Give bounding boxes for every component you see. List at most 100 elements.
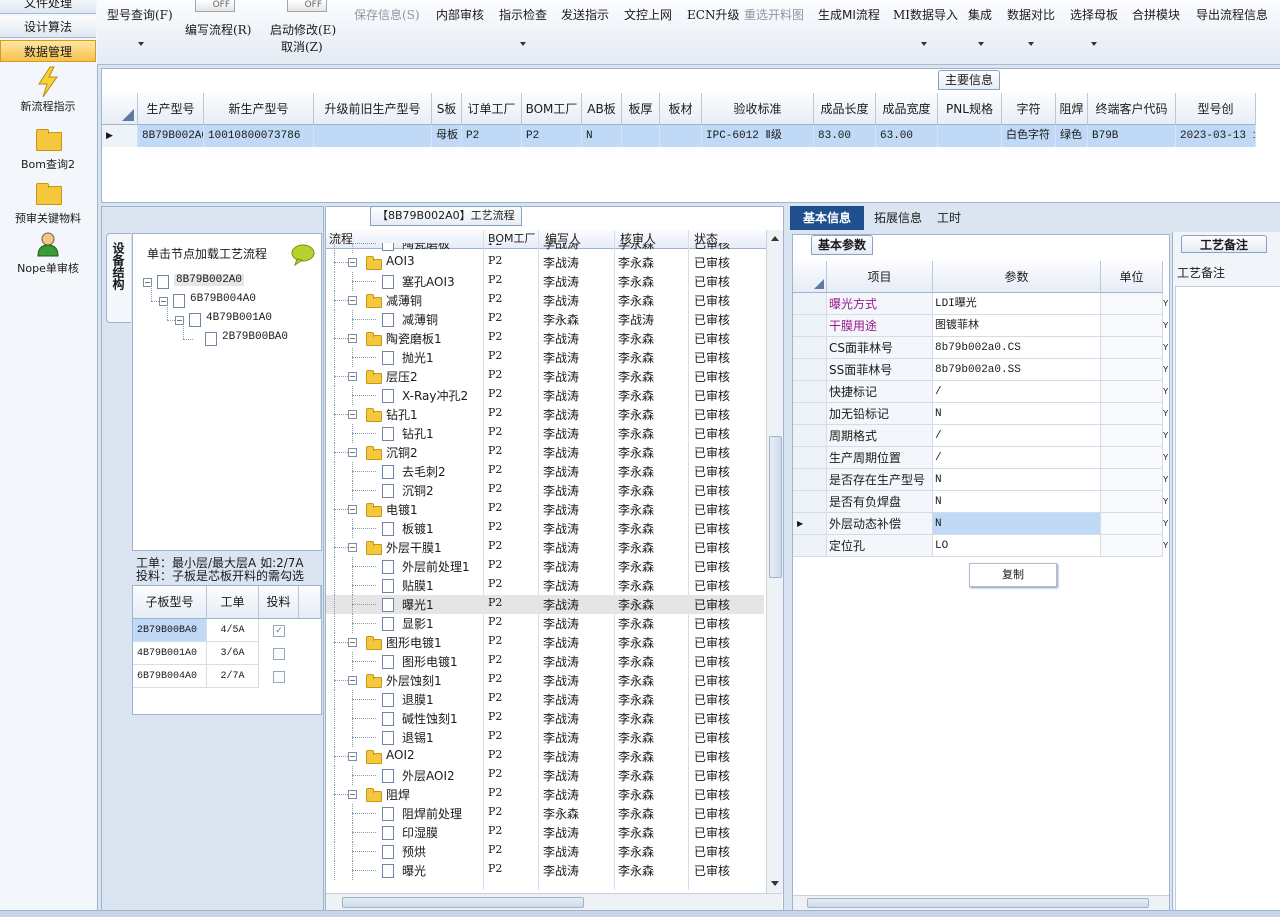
col-header[interactable]: 终端客户代码 bbox=[1088, 93, 1176, 125]
process-row[interactable]: 外层AOI2 P2 李战涛 李永森 已审核 bbox=[326, 766, 764, 785]
tab-basic-info[interactable]: 基本信息 bbox=[790, 206, 864, 230]
scroll-thumb[interactable] bbox=[769, 436, 782, 578]
remarks-textarea[interactable] bbox=[1175, 286, 1280, 912]
param-row[interactable]: CS面菲林号 8b79b002a0.CS Y bbox=[793, 337, 1168, 359]
compare-button[interactable]: 数据对比 bbox=[1007, 6, 1055, 23]
col-header[interactable]: 订单工厂 bbox=[462, 93, 522, 125]
process-row[interactable]: − 外层干膜1 P2 李战涛 李永森 已审核 bbox=[326, 538, 764, 557]
process-row[interactable]: 沉铜2 P2 李战涛 李永森 已审核 bbox=[326, 481, 764, 500]
process-row[interactable]: X-Ray冲孔2 P2 李战涛 李永森 已审核 bbox=[326, 386, 764, 405]
process-row[interactable]: 去毛刺2 P2 李战涛 李永森 已审核 bbox=[326, 462, 764, 481]
sub-board-order[interactable]: 2/7A bbox=[207, 665, 259, 688]
collapse-icon[interactable]: − bbox=[348, 296, 357, 305]
param-row[interactable]: 生产周期位置 / Y bbox=[793, 447, 1168, 469]
col-header[interactable]: 生产型号 bbox=[138, 93, 204, 125]
export-flow-button[interactable]: 导出流程信息 bbox=[1196, 6, 1268, 23]
param-row[interactable]: 加无铅标记 N Y bbox=[793, 403, 1168, 425]
params-hscrollbar[interactable] bbox=[793, 895, 1169, 910]
launcher-bom-query[interactable]: Bom查询2 bbox=[0, 126, 96, 172]
tab-extended-info[interactable]: 拓展信息 bbox=[868, 206, 928, 230]
internal-review-button[interactable]: 内部审核 bbox=[436, 6, 484, 23]
process-row[interactable]: − AOI3 P2 李战涛 李永森 已审核 bbox=[326, 253, 764, 272]
feed-checkbox[interactable]: ✓ bbox=[273, 625, 285, 637]
col-header[interactable]: 验收标准 bbox=[702, 93, 814, 125]
integrate-button[interactable]: 集成 bbox=[968, 6, 992, 23]
table-cell[interactable] bbox=[622, 125, 660, 147]
process-row[interactable]: − 陶瓷磨板1 P2 李战涛 李永森 已审核 bbox=[326, 329, 764, 348]
launcher-key-material[interactable]: 预审关键物料 bbox=[0, 180, 96, 226]
param-value[interactable]: N bbox=[933, 469, 1101, 491]
process-row[interactable]: 曝光 P2 李战涛 李永森 已审核 bbox=[326, 861, 764, 880]
process-row[interactable]: 碱性蚀刻1 P2 李战涛 李永森 已审核 bbox=[326, 709, 764, 728]
process-row[interactable]: 陶瓷磨板 P2 李战涛 李永森 已审核 bbox=[326, 243, 764, 253]
process-row[interactable]: 退锡1 P2 李战涛 李永森 已审核 bbox=[326, 728, 764, 747]
param-row[interactable]: 是否存在生产型号 N Y bbox=[793, 469, 1168, 491]
process-row[interactable]: 阻焊前处理 P2 李永森 李永森 已审核 bbox=[326, 804, 764, 823]
process-hscrollbar[interactable] bbox=[326, 893, 782, 910]
process-row[interactable]: 外层前处理1 P2 李战涛 李永森 已审核 bbox=[326, 557, 764, 576]
param-row[interactable]: 曝光方式 LDI曝光 Y bbox=[793, 293, 1168, 315]
table-cell[interactable]: 8B79B002A0 bbox=[138, 125, 204, 147]
param-value[interactable]: N bbox=[933, 403, 1101, 425]
tree-node-6b79b004a0[interactable]: 6B79B004A0 bbox=[190, 293, 256, 305]
process-row[interactable]: 印湿膜 P2 李战涛 李永森 已审核 bbox=[326, 823, 764, 842]
process-row[interactable]: 贴膜1 P2 李战涛 李永森 已审核 bbox=[326, 576, 764, 595]
collapse-icon[interactable]: − bbox=[348, 638, 357, 647]
generate-mi-button[interactable]: 生成MI流程 bbox=[818, 6, 880, 23]
collapse-icon[interactable]: − bbox=[348, 410, 357, 419]
param-value[interactable]: / bbox=[933, 381, 1101, 403]
feed-checkbox[interactable] bbox=[273, 648, 285, 660]
param-row[interactable]: 是否有负焊盘 N Y bbox=[793, 491, 1168, 513]
table-cell[interactable]: 83.00 bbox=[814, 125, 876, 147]
tree-node-8b79b002a0[interactable]: 8B79B002A0 bbox=[174, 274, 245, 286]
ecn-upgrade-button[interactable]: ECN升级 bbox=[687, 6, 739, 23]
launcher-nope-review[interactable]: Nope单审核 bbox=[0, 230, 96, 276]
sub-board-order[interactable]: 4/5A bbox=[207, 619, 259, 642]
sub-board-model[interactable]: 6B79B004A0 bbox=[133, 665, 207, 688]
param-value[interactable]: 8b79b002a0.CS bbox=[933, 337, 1101, 359]
process-row[interactable]: 图形电镀1 P2 李战涛 李永森 已审核 bbox=[326, 652, 764, 671]
table-cell[interactable]: N bbox=[582, 125, 622, 147]
scroll-thumb[interactable] bbox=[807, 898, 1149, 908]
tree-node-2b79b00ba0[interactable]: 2B79B00BA0 bbox=[222, 331, 288, 343]
sub-board-order[interactable]: 3/6A bbox=[207, 642, 259, 665]
process-row[interactable]: − 沉铜2 P2 李战涛 李永森 已审核 bbox=[326, 443, 764, 462]
save-button[interactable]: 保存信息(S) bbox=[354, 6, 420, 23]
param-value[interactable]: N bbox=[933, 513, 1101, 535]
collapse-icon[interactable]: − bbox=[348, 790, 357, 799]
process-row[interactable]: 塞孔AOI3 P2 李战涛 李永森 已审核 bbox=[326, 272, 764, 291]
collapse-icon[interactable]: − bbox=[348, 543, 357, 552]
process-row[interactable]: 预烘 P2 李战涛 李永森 已审核 bbox=[326, 842, 764, 861]
process-row[interactable]: − 层压2 P2 李战涛 李永森 已审核 bbox=[326, 367, 764, 386]
nav-file-processing[interactable]: 文件处理 bbox=[0, 0, 96, 14]
col-header[interactable]: 板材 bbox=[660, 93, 702, 125]
scroll-up-icon[interactable] bbox=[771, 236, 779, 241]
process-vscrollbar[interactable] bbox=[766, 230, 783, 894]
col-header[interactable]: 成品长度 bbox=[814, 93, 876, 125]
scroll-thumb[interactable] bbox=[342, 897, 584, 908]
col-header[interactable]: 板厚 bbox=[622, 93, 660, 125]
col-header[interactable]: PNL规格 bbox=[938, 93, 1002, 125]
model-query-button[interactable]: 型号查询(F) bbox=[107, 6, 173, 23]
table-cell[interactable]: P2 bbox=[462, 125, 522, 147]
process-row[interactable]: − 阻焊 P2 李战涛 李永森 已审核 bbox=[326, 785, 764, 804]
process-row[interactable]: − 外层蚀刻1 P2 李战涛 李永森 已审核 bbox=[326, 671, 764, 690]
param-row[interactable]: ▶ 外层动态补偿 N Y bbox=[793, 513, 1168, 535]
process-row[interactable]: 减薄铜 P2 李永森 李战涛 已审核 bbox=[326, 310, 764, 329]
param-row[interactable]: 干膜用途 图镀菲林 Y bbox=[793, 315, 1168, 337]
process-row[interactable]: − 电镀1 P2 李战涛 李永森 已审核 bbox=[326, 500, 764, 519]
collapse-icon[interactable]: − bbox=[348, 448, 357, 457]
reselect-cut-button[interactable]: 重选开料图 bbox=[744, 6, 804, 23]
collapse-icon[interactable]: − bbox=[348, 752, 357, 761]
table-cell[interactable]: IPC-6012 Ⅱ级 bbox=[702, 125, 814, 147]
col-header[interactable]: 升级前旧生产型号 bbox=[314, 93, 432, 125]
param-value[interactable]: LO bbox=[933, 535, 1101, 557]
scroll-down-icon[interactable] bbox=[771, 881, 779, 886]
process-tree[interactable]: 陶瓷磨板P2李战涛李永森已审核−AOI3P2李战涛李永森已审核塞孔AOI3P2李… bbox=[326, 243, 766, 891]
table-cell[interactable] bbox=[314, 125, 432, 147]
table-cell[interactable]: 绿色 bbox=[1056, 125, 1088, 147]
table-cell[interactable] bbox=[660, 125, 702, 147]
collapse-icon[interactable]: − bbox=[348, 505, 357, 514]
tab-work-hours[interactable]: 工时 bbox=[930, 206, 968, 230]
cancel-button[interactable]: 取消(Z) bbox=[281, 38, 323, 55]
